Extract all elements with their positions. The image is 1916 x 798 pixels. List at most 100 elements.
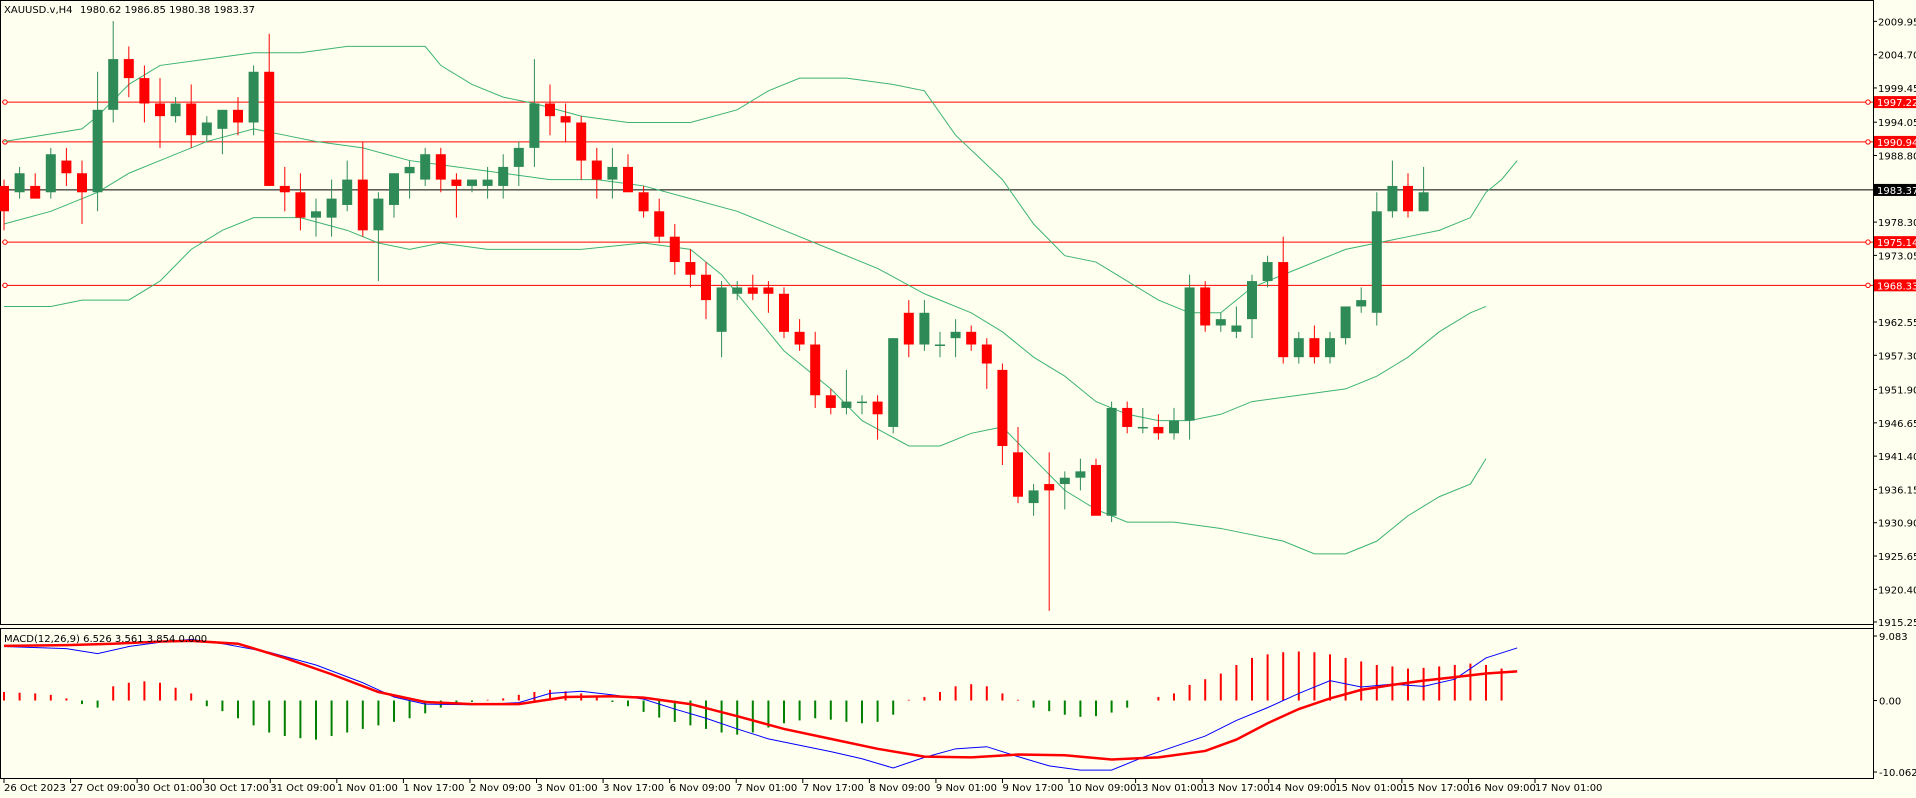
candle	[1247, 274, 1257, 339]
level-handle[interactable]	[1865, 282, 1871, 289]
candle	[638, 185, 649, 218]
time-axis: 26 Oct 2023 27 Oct 09:00 30 Oct 01:00 30 Oc…	[3, 779, 1602, 794]
candle-body	[170, 103, 181, 117]
candle	[1278, 236, 1289, 364]
level-handle[interactable]	[1865, 239, 1871, 245]
candle-body	[77, 173, 87, 193]
main-chart-frame	[0, 0, 1874, 625]
candle-body	[1059, 477, 1070, 485]
candle-body	[14, 173, 25, 193]
candle-body	[45, 154, 56, 193]
candle	[1028, 484, 1039, 516]
candlesticks	[0, 21, 1429, 611]
candle-body	[1028, 490, 1039, 504]
candle-body	[1044, 484, 1055, 491]
candle	[997, 363, 1008, 466]
level-handle[interactable]	[2, 139, 8, 145]
candle	[92, 71, 103, 212]
candle-body	[420, 154, 431, 180]
candle-body	[467, 179, 477, 186]
candle	[342, 160, 353, 212]
candle-body	[1013, 452, 1023, 497]
macd-indicator: 9.083 0.00 -10.062	[3, 632, 1916, 779]
candle-body	[233, 109, 243, 123]
candle-body	[186, 103, 197, 136]
bollinger-upper-band	[3, 45, 1518, 314]
level-price-label: 1975.14	[1877, 238, 1916, 249]
candle	[45, 147, 56, 199]
candle-body	[311, 211, 321, 218]
current-price-label: 1983.37	[1877, 186, 1916, 197]
candle-body	[1356, 300, 1367, 307]
candle	[1153, 414, 1164, 440]
candle-body	[981, 344, 992, 364]
candle-body	[1247, 281, 1257, 320]
time-axis-label: 15 Nov 17:00	[1402, 783, 1469, 794]
candle-body	[701, 274, 711, 301]
level-handle[interactable]	[1865, 139, 1871, 145]
level-handle[interactable]	[1865, 99, 1871, 105]
candle-body	[654, 211, 665, 237]
level-price-label: 1990.94	[1877, 138, 1916, 149]
candle	[139, 65, 150, 123]
price-axis-label: 1930.90	[1878, 519, 1916, 530]
candle	[1184, 274, 1195, 440]
candle	[966, 325, 977, 351]
candle-body	[576, 122, 587, 161]
time-axis-label: 7 Nov 17:00	[803, 783, 864, 794]
candle-body	[451, 179, 462, 186]
trading-chart[interactable]: 1997.22 1990.94 1975.14 1968.33 1983.37 2009…	[0, 0, 1916, 798]
candle	[1215, 312, 1226, 332]
candle-body	[997, 369, 1008, 446]
price-axis-label: 1915.25	[1878, 618, 1916, 629]
candle	[1340, 306, 1351, 345]
candle-body	[1215, 319, 1226, 326]
price-axis-label: 2004.70	[1878, 51, 1916, 62]
candle	[794, 319, 805, 351]
candle	[14, 166, 25, 199]
time-axis-label: 17 Nov 01:00	[1535, 783, 1602, 794]
candle-body	[747, 287, 758, 294]
candle-body	[919, 312, 930, 345]
level-handle[interactable]	[2, 239, 8, 245]
candle	[935, 331, 945, 358]
candle-body	[264, 71, 275, 186]
time-axis-label: 30 Oct 17:00	[204, 783, 269, 794]
time-axis-label: 7 Nov 01:00	[736, 783, 797, 794]
candle-body	[560, 116, 571, 123]
candle	[311, 198, 321, 237]
horizontal-levels[interactable]: 1997.22 1990.94 1975.14 1968.33 1983.37	[2, 96, 1916, 292]
macd-label: MACD(12,26,9) 6.526 3.561 3.854 0.000	[4, 634, 207, 645]
candle	[669, 223, 680, 275]
candle	[1106, 401, 1117, 523]
time-axis-label: 10 Nov 09:00	[1069, 783, 1136, 794]
time-axis-label: 13 Nov 01:00	[1136, 783, 1203, 794]
price-axis-label: 1941.40	[1878, 452, 1916, 463]
price-axis-label: 1999.45	[1878, 84, 1916, 95]
price-axis-label: 1920.40	[1878, 585, 1916, 596]
macd-line	[3, 638, 1518, 771]
candle-body	[404, 166, 415, 174]
candle	[326, 179, 337, 237]
candle-body	[1153, 426, 1164, 434]
candle-body	[342, 179, 353, 205]
level-handle[interactable]	[2, 282, 8, 289]
candle	[716, 281, 727, 358]
candle-body	[1122, 407, 1133, 427]
candle	[1075, 458, 1086, 491]
candle-body	[155, 103, 165, 117]
candle	[654, 198, 665, 244]
candle	[623, 154, 633, 193]
macd-signal-line	[3, 639, 1518, 761]
candle	[1013, 426, 1023, 504]
candle	[1231, 306, 1242, 339]
level-handle[interactable]	[2, 99, 8, 105]
candle	[1137, 407, 1148, 434]
candle-body	[435, 154, 446, 180]
candle-body	[1403, 185, 1413, 212]
ohlc-values: 1980.62 1986.85 1980.38 1983.37	[80, 5, 255, 16]
candle-body	[685, 262, 696, 275]
candle-body	[903, 312, 914, 345]
candle-body	[669, 236, 680, 263]
candle-body	[623, 166, 633, 193]
